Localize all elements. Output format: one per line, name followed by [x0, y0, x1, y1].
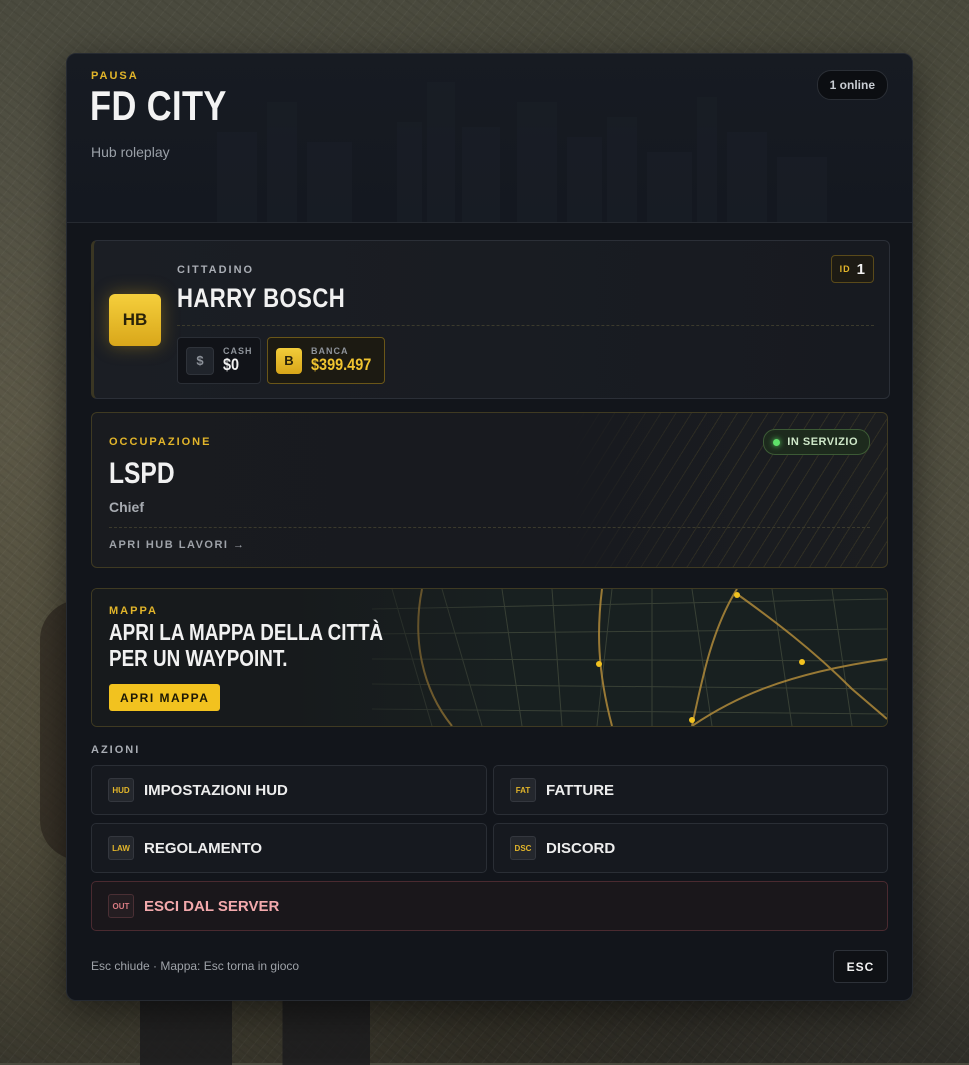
hud-settings-button[interactable]: HUD IMPOSTAZIONI HUD	[91, 765, 487, 815]
esc-close-button[interactable]: ESC	[833, 950, 888, 983]
job-card: OCCUPAZIONE LSPD Chief IN SERVIZIO APRI …	[91, 412, 888, 568]
hud-tag-icon: HUD	[108, 778, 134, 802]
server-subtitle: Hub roleplay	[91, 144, 170, 160]
pause-menu-panel: PAUSA FD CITY Hub roleplay 1 online HB C…	[66, 53, 913, 1001]
character-card: HB CITTADINO HARRY BOSCH ID 1 $ CASH $0 …	[91, 240, 890, 399]
rules-label: REGOLAMENTO	[144, 839, 263, 857]
online-count-badge: 1 online	[816, 70, 888, 100]
id-value: 1	[856, 260, 865, 278]
discord-label: DISCORD	[546, 839, 616, 857]
duty-status-badge: IN SERVIZIO	[763, 429, 870, 455]
map-description: APRI LA MAPPA DELLA CITTÀ PER UN WAYPOIN…	[109, 619, 384, 671]
duty-status-label: IN SERVIZIO	[787, 436, 858, 448]
invoices-button[interactable]: FAT FATTURE	[493, 765, 888, 815]
rules-button[interactable]: LAW REGOLAMENTO	[91, 823, 487, 873]
avatar: HB	[109, 294, 161, 346]
open-jobs-hub-link[interactable]: APRI HUB LAVORI →	[109, 539, 246, 551]
character-kicker: CITTADINO	[177, 264, 255, 276]
id-badge: ID 1	[830, 255, 874, 283]
discord-tag-icon: DSC	[510, 836, 536, 860]
job-grade: Chief	[109, 499, 144, 515]
bank-value: $399.497	[311, 355, 372, 374]
invoice-tag-icon: FAT	[510, 778, 536, 802]
cash-balance: $ CASH $0	[177, 337, 261, 384]
bank-icon: B	[276, 347, 302, 374]
job-kicker: OCCUPAZIONE	[109, 436, 212, 448]
cash-value: $0	[223, 355, 240, 374]
character-name: HARRY BOSCH	[177, 283, 346, 313]
invoices-label: FATTURE	[546, 781, 615, 799]
job-name: LSPD	[109, 457, 175, 490]
quit-server-label: ESCI DAL SERVER	[144, 897, 280, 915]
keyboard-hint: Esc chiude · Mappa: Esc torna in gioco	[91, 959, 300, 973]
dollar-icon: $	[186, 346, 214, 375]
background-character-legs	[140, 995, 370, 1065]
hud-settings-label: IMPOSTAZIONI HUD	[144, 781, 288, 799]
exit-tag-icon: OUT	[108, 894, 134, 918]
divider	[177, 325, 874, 326]
law-tag-icon: LAW	[108, 836, 134, 860]
pause-header: PAUSA FD CITY Hub roleplay 1 online	[67, 54, 912, 223]
discord-button[interactable]: DSC DISCORD	[493, 823, 888, 873]
id-label: ID	[839, 264, 851, 274]
bank-balance: B BANCA $399.497	[267, 337, 385, 384]
open-map-button[interactable]: APRI MAPPA	[109, 684, 221, 711]
quit-server-button[interactable]: OUT ESCI DAL SERVER	[91, 881, 888, 931]
actions-section-label: AZIONI	[91, 744, 141, 756]
divider	[109, 527, 870, 528]
map-card[interactable]: MAPPA APRI LA MAPPA DELLA CITTÀ PER UN W…	[91, 588, 888, 727]
pause-kicker: PAUSA	[91, 70, 139, 82]
status-dot-icon	[773, 438, 781, 446]
server-title: FD CITY	[90, 82, 227, 129]
map-kicker: MAPPA	[109, 605, 158, 617]
